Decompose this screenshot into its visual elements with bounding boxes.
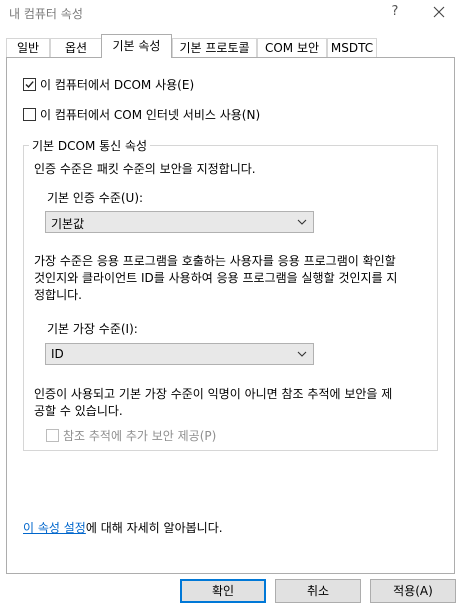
help-link-rest-text: 에 대해 자세히 알아봅니다.	[85, 521, 223, 535]
impersonation-description-line-3: 정합니다.	[34, 288, 82, 302]
auth-level-value: 기본값	[51, 217, 85, 231]
enable-dcom-checkbox[interactable]: 이 컴퓨터에서 DCOM 사용(E)	[23, 76, 194, 93]
auth-level-dropdown[interactable]: 기본값	[45, 211, 314, 233]
tab-default-protocols[interactable]: 기본 프로토콜	[172, 38, 257, 57]
enable-dcom-label: 이 컴퓨터에서 DCOM 사용(E)	[40, 78, 195, 92]
checkbox-box[interactable]	[23, 108, 36, 121]
close-icon	[433, 6, 445, 18]
window-title: 내 컴퓨터 속성	[9, 7, 83, 21]
checkmark-icon	[25, 81, 34, 89]
tab-default-properties[interactable]: 기본 속성	[101, 34, 172, 58]
impersonation-level-dropdown[interactable]: ID	[45, 343, 314, 365]
tab-com-security[interactable]: COM 보안	[257, 38, 327, 57]
close-button[interactable]	[427, 1, 451, 23]
chevron-down-icon	[297, 219, 307, 225]
apply-button[interactable]: 적용(A)	[370, 579, 456, 603]
impersonation-description-line-1: 가장 수준은 응용 프로그램을 호출하는 사용자를 응용 프로그램이 확인할	[34, 254, 396, 268]
reference-tracking-label: 참조 추적에 추가 보안 제공(P)	[63, 429, 217, 443]
reference-tracking-description-line-2: 공할 수 있습니다.	[34, 404, 123, 418]
checkbox-box[interactable]	[23, 78, 36, 91]
tab-options[interactable]: 옵션	[50, 38, 102, 57]
auth-description: 인증 수준은 패킷 수준의 보안을 지정합니다.	[34, 162, 256, 176]
reference-tracking-checkbox[interactable]: 참조 추적에 추가 보안 제공(P)	[46, 427, 216, 444]
impersonation-description-line-2: 것인지와 클라이언트 ID를 사용하여 응용 프로그램을 실행할 것인지를 지	[34, 271, 398, 285]
checkbox-box[interactable]	[46, 429, 59, 442]
ok-button[interactable]: 확인	[180, 579, 266, 603]
tab-msdtc[interactable]: MSDTC	[327, 38, 377, 57]
help-link-row: 이 속성 설정에 대해 자세히 알아봅니다.	[23, 520, 223, 537]
tab-general[interactable]: 일반	[6, 38, 50, 57]
impersonation-level-label: 기본 가장 수준(I):	[47, 322, 138, 336]
reference-tracking-description-line-1: 인증이 사용되고 기본 가장 수준이 익명이 아니면 참조 추적에 보안을 제	[34, 387, 393, 401]
group-title: 기본 DCOM 통신 속성	[29, 137, 151, 154]
auth-level-label: 기본 인증 수준(U):	[47, 191, 144, 205]
chevron-down-icon	[297, 351, 307, 357]
enable-com-internet-label: 이 컴퓨터에서 COM 인터넷 서비스 사용(N)	[40, 108, 261, 122]
cancel-button[interactable]: 취소	[275, 579, 361, 603]
impersonation-level-value: ID	[51, 347, 64, 361]
help-button[interactable]: ?	[383, 2, 407, 22]
enable-com-internet-checkbox[interactable]: 이 컴퓨터에서 COM 인터넷 서비스 사용(N)	[23, 106, 260, 123]
property-settings-link[interactable]: 이 속성 설정	[23, 521, 86, 535]
